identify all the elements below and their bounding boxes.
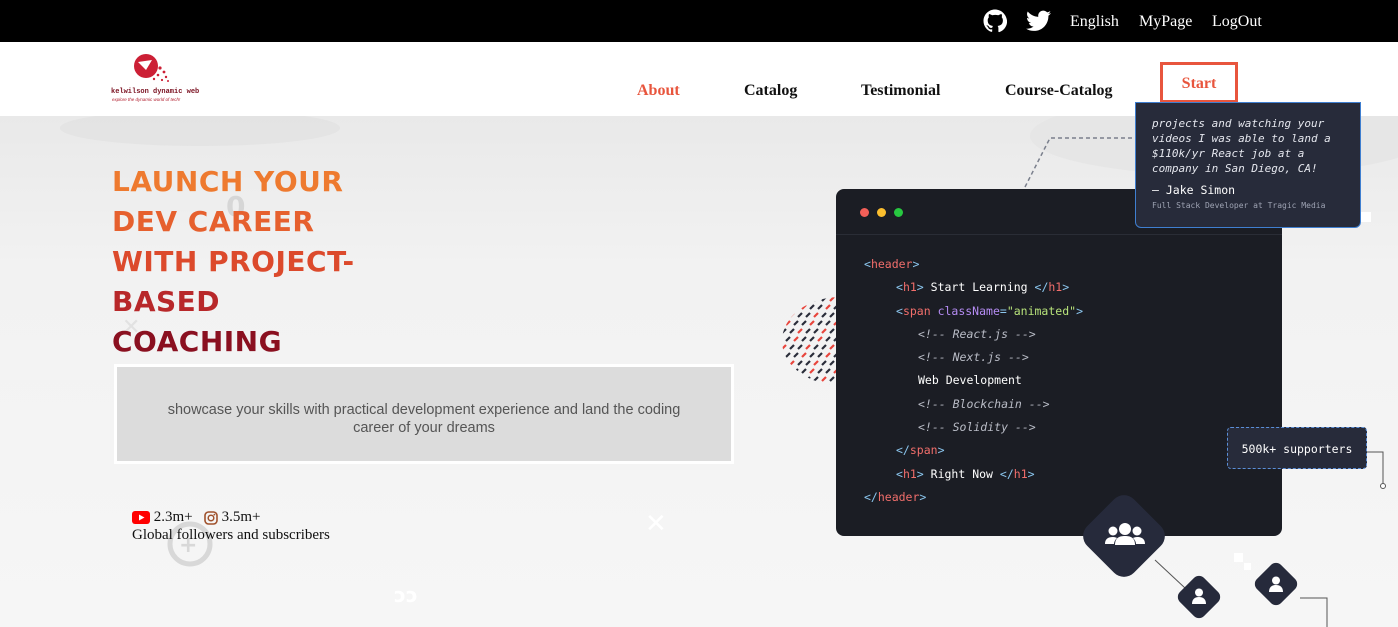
code-line: <!-- Solidity --> xyxy=(918,420,1036,435)
maximize-dot xyxy=(894,208,903,217)
code-line: <!-- Next.js --> xyxy=(918,350,1029,365)
close-dot xyxy=(860,208,869,217)
code-block: <header> <h1> Start Learning </h1> <span c… xyxy=(864,257,1083,513)
testimonial-author: — Jake Simon xyxy=(1152,183,1236,197)
code-line: <h1> Start Learning </h1> xyxy=(896,280,1070,295)
testimonial-role: Full Stack Developer at Tragic Media xyxy=(1152,201,1326,210)
minimize-dot xyxy=(877,208,886,217)
user-icon xyxy=(1269,576,1283,592)
testimonial-card: projects and watching your videos I was … xyxy=(1135,102,1361,228)
code-line: <!-- Blockchain --> xyxy=(918,396,1050,411)
code-line: <!-- React.js --> xyxy=(918,326,1036,341)
code-line: </header> xyxy=(864,489,927,504)
code-line: <h1> Right Now </h1> xyxy=(896,466,1035,481)
code-line: <header> xyxy=(864,257,920,271)
code-line: </span> xyxy=(896,443,945,458)
code-line: Web Development xyxy=(918,373,1022,388)
code-editor-card: <header> <h1> Start Learning </h1> <span c… xyxy=(836,189,1282,536)
testimonial-quote: projects and watching your videos I was … xyxy=(1152,117,1331,175)
supporters-badge: 500k+ supporters xyxy=(1227,427,1367,469)
user-icon xyxy=(1192,588,1206,604)
users-group-icon xyxy=(1105,523,1145,545)
code-line: <span className="animated"> xyxy=(896,303,1083,318)
